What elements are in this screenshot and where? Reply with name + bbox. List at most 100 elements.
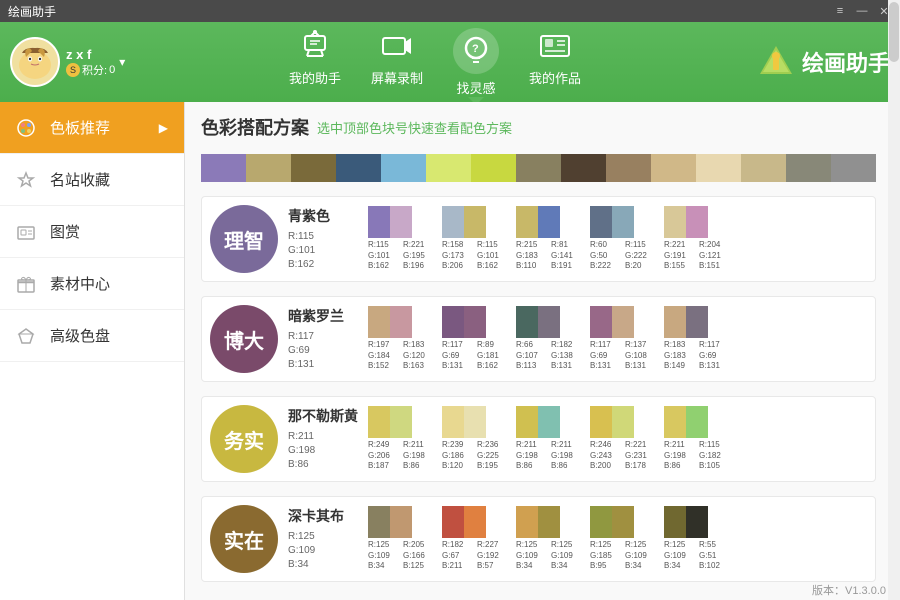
top-swatch[interactable]	[651, 154, 696, 182]
palette-item[interactable]: R:158 G:173 B:206R:115 G:101 B:162	[442, 206, 510, 272]
minimize-btn[interactable]: —	[854, 4, 870, 18]
top-swatch[interactable]	[696, 154, 741, 182]
color-swatch[interactable]	[538, 406, 560, 438]
top-swatch[interactable]	[381, 154, 426, 182]
color-swatch[interactable]	[368, 406, 390, 438]
color-swatch[interactable]	[442, 406, 464, 438]
palette-item[interactable]: R:117 G:69 B:131R:89 G:181 B:162	[442, 306, 510, 372]
color-swatch[interactable]	[664, 206, 686, 238]
color-swatch[interactable]	[590, 206, 612, 238]
scrollbar[interactable]	[888, 0, 900, 600]
nav-item-inspire[interactable]: ? 找灵感	[453, 28, 499, 97]
scrollbar-thumb[interactable]	[889, 2, 899, 62]
color-swatch[interactable]	[686, 306, 708, 338]
color-swatch[interactable]	[664, 506, 686, 538]
color-swatch[interactable]	[686, 506, 708, 538]
top-swatch[interactable]	[741, 154, 786, 182]
palette-item[interactable]: R:125 G:109 B:34R:125 G:109 B:34	[516, 506, 584, 572]
color-swatch[interactable]	[516, 206, 538, 238]
rgb-text: R:117 G:69 B:131	[699, 340, 732, 372]
color-swatch[interactable]	[442, 506, 464, 538]
color-swatch[interactable]	[390, 506, 412, 538]
palette-item[interactable]: R:125 G:109 B:34R:205 G:166 B:125	[368, 506, 436, 572]
color-swatch[interactable]	[464, 406, 486, 438]
nav-item-record[interactable]: 屏幕录制	[371, 28, 423, 97]
color-swatch[interactable]	[516, 506, 538, 538]
palette-item[interactable]: R:211 G:198 B:86R:211 G:198 B:86	[516, 406, 584, 472]
color-swatch[interactable]	[368, 206, 390, 238]
diamond-icon	[16, 326, 40, 346]
top-swatch[interactable]	[336, 154, 381, 182]
color-swatch[interactable]	[538, 506, 560, 538]
sidebar-label-palette: 色板推荐	[50, 117, 110, 138]
color-swatch[interactable]	[590, 306, 612, 338]
sidebar-item-advanced[interactable]: 高级色盘	[0, 310, 184, 362]
color-swatch[interactable]	[390, 306, 412, 338]
palette-item[interactable]: R:115 G:101 B:162R:221 G:195 B:196	[368, 206, 436, 272]
sidebar-item-gallery[interactable]: 图赏	[0, 206, 184, 258]
top-swatch[interactable]	[471, 154, 516, 182]
top-swatches[interactable]	[201, 154, 876, 182]
color-swatch[interactable]	[686, 206, 708, 238]
color-swatch[interactable]	[464, 206, 486, 238]
palette-item[interactable]: R:239 G:186 B:120R:236 G:225 B:195	[442, 406, 510, 472]
color-swatch[interactable]	[612, 306, 634, 338]
palette-item[interactable]: R:246 G:243 B:200R:221 G:231 B:178	[590, 406, 658, 472]
sidebar-label-favorites: 名站收藏	[50, 169, 110, 190]
color-swatch[interactable]	[612, 506, 634, 538]
palette-item[interactable]: R:60 G:50 B:222R:115 G:222 B:20	[590, 206, 658, 272]
palette-item[interactable]: R:182 G:67 B:211R:227 G:192 B:57	[442, 506, 510, 572]
sidebar-item-favorites[interactable]: 名站收藏	[0, 154, 184, 206]
color-swatch[interactable]	[464, 506, 486, 538]
rgb-text: R:115 G:222 B:20	[625, 240, 658, 272]
color-swatch[interactable]	[390, 206, 412, 238]
color-swatch[interactable]	[516, 306, 538, 338]
color-swatch[interactable]	[612, 406, 634, 438]
color-swatch[interactable]	[538, 306, 560, 338]
palette-item[interactable]: R:183 G:183 B:149R:117 G:69 B:131	[664, 306, 732, 372]
color-swatch[interactable]	[464, 306, 486, 338]
top-swatch[interactable]	[561, 154, 606, 182]
score-icon: S	[66, 63, 80, 77]
palette-item[interactable]: R:66 G:107 B:113R:182 G:138 B:131	[516, 306, 584, 372]
palette-item[interactable]: R:125 G:185 B:95R:125 G:109 B:34	[590, 506, 658, 572]
palette-item[interactable]: R:117 G:69 B:131R:137 G:108 B:131	[590, 306, 658, 372]
color-swatch[interactable]	[516, 406, 538, 438]
sidebar-item-materials[interactable]: 素材中心	[0, 258, 184, 310]
user-dropdown-arrow[interactable]: ▾	[119, 55, 125, 69]
palette-item[interactable]: R:215 G:183 B:110R:81 G:141 B:191	[516, 206, 584, 272]
top-swatch[interactable]	[786, 154, 831, 182]
menu-btn[interactable]: ≡	[832, 4, 848, 18]
color-swatch[interactable]	[368, 306, 390, 338]
top-swatch[interactable]	[516, 154, 561, 182]
color-swatch[interactable]	[686, 406, 708, 438]
top-swatch[interactable]	[201, 154, 246, 182]
color-swatch[interactable]	[442, 306, 464, 338]
nav-item-works[interactable]: 我的作品	[529, 28, 581, 97]
palette-item[interactable]: R:197 G:184 B:152R:183 G:120 B:163	[368, 306, 436, 372]
palette-item[interactable]: R:125 G:109 B:34R:55 G:51 B:102	[664, 506, 732, 572]
top-swatch[interactable]	[291, 154, 336, 182]
color-swatch[interactable]	[590, 406, 612, 438]
top-swatch[interactable]	[606, 154, 651, 182]
color-swatch[interactable]	[442, 206, 464, 238]
color-swatch[interactable]	[368, 506, 390, 538]
user-area: z x f S 积分: 0 ▾	[10, 37, 130, 87]
color-swatch[interactable]	[538, 206, 560, 238]
palette-info: R:211 G:198 B:86R:115 G:182 B:105	[664, 440, 732, 472]
sidebar-item-palette[interactable]: 色板推荐 ▶	[0, 102, 184, 154]
brand-area: 绘画助手	[740, 42, 890, 82]
top-swatch[interactable]	[426, 154, 471, 182]
palette-item[interactable]: R:221 G:191 B:155R:204 G:121 B:151	[664, 206, 732, 272]
color-swatch[interactable]	[390, 406, 412, 438]
color-swatch[interactable]	[612, 206, 634, 238]
top-swatch[interactable]	[246, 154, 291, 182]
color-swatch[interactable]	[664, 306, 686, 338]
top-swatch[interactable]	[831, 154, 876, 182]
palette-item[interactable]: R:211 G:198 B:86R:115 G:182 B:105	[664, 406, 732, 472]
palette-item[interactable]: R:249 G:206 B:187R:211 G:198 B:86	[368, 406, 436, 472]
color-swatch-row	[516, 206, 560, 238]
nav-item-assistant[interactable]: 我的助手	[289, 28, 341, 97]
color-swatch[interactable]	[664, 406, 686, 438]
color-swatch[interactable]	[590, 506, 612, 538]
